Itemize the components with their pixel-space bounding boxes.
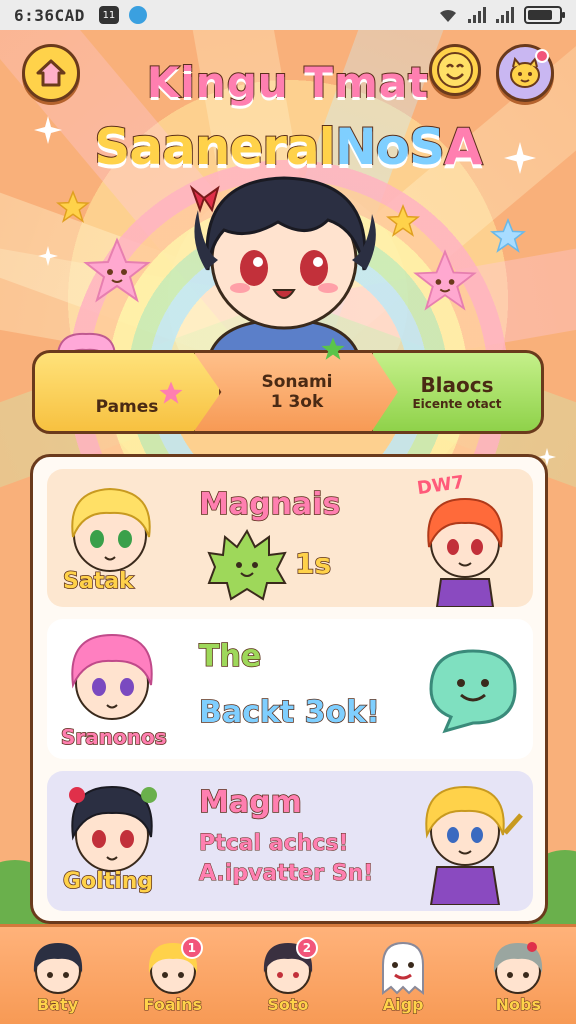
status-badge: 11 <box>98 6 119 24</box>
star-left-icon <box>83 237 151 303</box>
small-star-icon <box>490 218 526 253</box>
nav-label: Soto <box>267 995 309 1015</box>
card-title: Magnais <box>198 486 341 523</box>
hero-character <box>189 176 376 360</box>
nav-badge: 1 <box>180 937 203 959</box>
sparkle-icon <box>504 142 536 174</box>
star-right-icon <box>413 249 477 311</box>
status-bar: 6:36CAD 11 <box>0 0 576 30</box>
nav-item-baty[interactable]: Baty <box>8 935 108 1015</box>
character-name: Sranonos <box>60 724 167 750</box>
stage-sub: Eicente otact <box>412 397 502 411</box>
bottom-nav: Baty 1 Foains 2 Soto Aigp Nobs <box>0 924 576 1024</box>
character-list-panel: Satak Magnais 1s DW7 Sranonos The Backt … <box>30 454 548 924</box>
spiky-monster-icon <box>207 528 287 601</box>
stage-label: Sonami <box>261 372 333 392</box>
green-star-icon <box>321 337 345 360</box>
character-card[interactable]: Sranonos The Backt 3ok! <box>47 619 533 759</box>
stage-bar: Pames Sonami 1 3ok Blaocs Eicente otact <box>32 350 544 434</box>
card-title: The <box>198 638 262 675</box>
card-subtitle: Backt 3ok! <box>198 694 380 731</box>
card-line: Ptcal achcs! <box>198 831 349 857</box>
ghost-icon <box>382 941 425 995</box>
stage-label: Pames <box>95 397 159 417</box>
avatar-dark-icon <box>33 943 82 994</box>
card-line: A.ipvatter Sn! <box>198 861 374 887</box>
stage-label: Blaocs <box>420 373 494 397</box>
sparkle-icon <box>34 116 62 144</box>
nav-badge: 2 <box>295 937 318 959</box>
small-star-icon <box>56 190 90 223</box>
nav-item-aigp[interactable]: Aigp <box>353 935 453 1015</box>
nav-label: Foains <box>143 995 203 1015</box>
dark-hair-character <box>69 785 157 872</box>
nav-label: Nobs <box>495 995 542 1015</box>
wifi-icon <box>440 9 456 22</box>
game-title-line1: Kingu Tmat <box>146 57 430 108</box>
pink-hair-character <box>71 633 153 720</box>
stage-sub: 1 3ok <box>270 392 324 412</box>
stage-tab-sonami[interactable]: Sonami 1 3ok <box>192 350 402 434</box>
item-count: 1s <box>294 546 332 581</box>
redhead-character <box>427 497 503 607</box>
title-part-c: A <box>443 117 484 177</box>
app-notification-icon <box>128 6 147 24</box>
character-name: Satak <box>62 568 134 595</box>
character-card[interactable]: Satak Magnais 1s DW7 <box>47 469 533 607</box>
avatar-grey-icon <box>494 942 543 994</box>
blonde-mage-character <box>425 785 523 905</box>
pink-star-icon <box>159 381 183 404</box>
blonde-character <box>71 487 151 572</box>
card-title: Magm <box>198 784 302 821</box>
nav-item-soto[interactable]: 2 Soto <box>238 935 338 1015</box>
nav-label: Baty <box>37 995 79 1015</box>
signal-icon <box>468 7 486 23</box>
stage-tab-pames[interactable]: Pames <box>32 350 222 434</box>
sparkle-icon <box>38 246 58 266</box>
status-time: 6:36CAD <box>14 5 85 25</box>
battery-icon <box>524 6 565 24</box>
slime-chat-icon <box>429 649 517 734</box>
character-name: Golting <box>62 868 154 895</box>
nav-item-foains[interactable]: 1 Foains <box>123 935 223 1015</box>
character-card[interactable]: Golting Magm Ptcal achcs! A.ipvatter Sn! <box>47 771 533 911</box>
small-star-icon <box>386 204 420 237</box>
signal-icon <box>496 7 514 23</box>
nav-label: Aigp <box>382 995 424 1015</box>
nav-item-nobs[interactable]: Nobs <box>468 935 568 1015</box>
